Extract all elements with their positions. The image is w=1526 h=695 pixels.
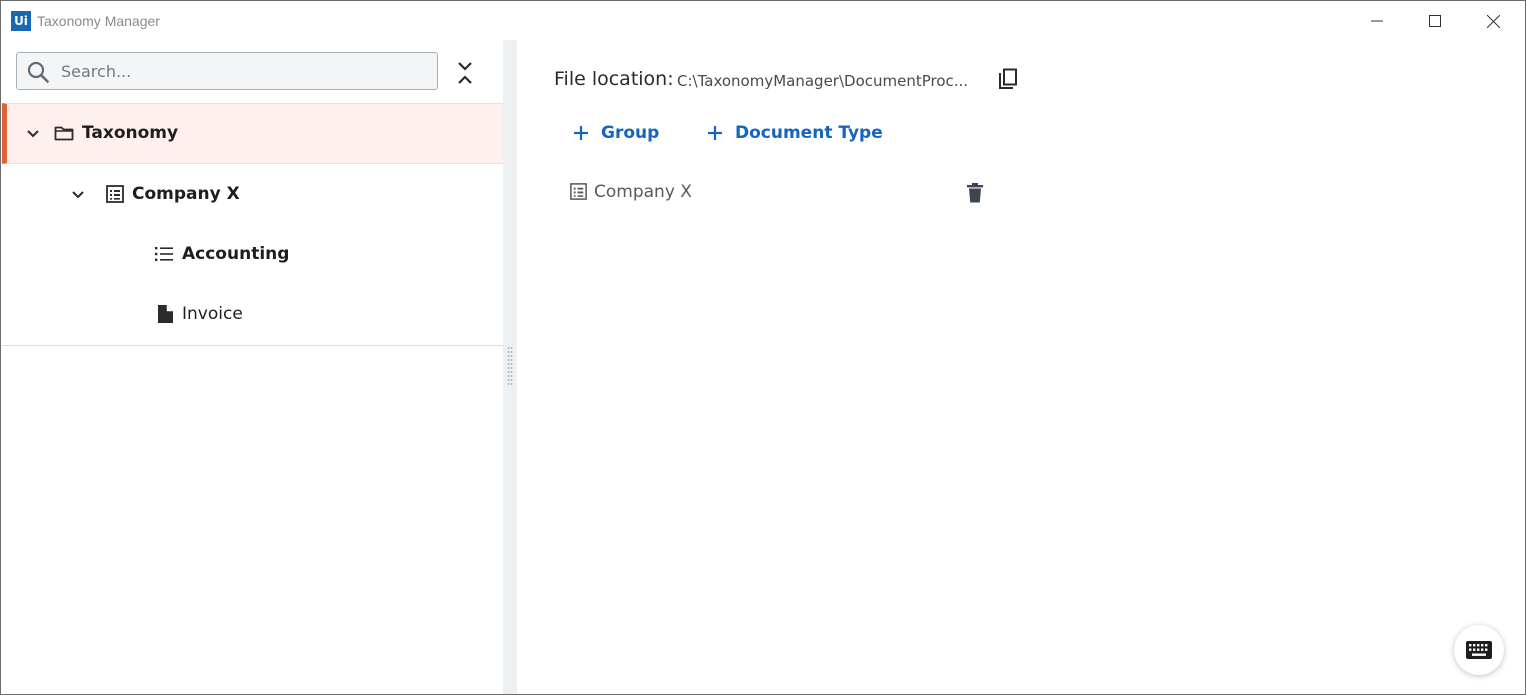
search-box [16, 52, 438, 90]
tree-node-accounting[interactable]: Accounting [2, 225, 503, 285]
list-icon [155, 247, 173, 261]
collapse-all-icon[interactable] [454, 60, 476, 86]
maximize-icon [1429, 15, 1441, 27]
taxonomy-manager-window: Ui Taxonomy Manager Search... Taxonomy C… [0, 0, 1526, 695]
folder-icon [54, 126, 74, 141]
plus-icon [574, 126, 588, 140]
add-document-type-button[interactable]: Document Type [707, 120, 883, 146]
group-icon [570, 183, 587, 200]
add-document-type-label: Document Type [735, 123, 883, 143]
tree-node-label: Company X [132, 184, 240, 204]
close-button[interactable] [1481, 9, 1505, 33]
file-location-label: File location: [554, 68, 674, 90]
copy-icon[interactable] [997, 68, 1019, 92]
minimize-button[interactable] [1365, 9, 1389, 33]
taxonomy-tree-panel: Taxonomy Company X [2, 40, 504, 694]
tree-node-label: Accounting [182, 244, 290, 264]
tree-divider [2, 345, 503, 346]
maximize-button[interactable] [1423, 9, 1447, 33]
app-logo: Ui [11, 11, 31, 31]
child-item-label: Company X [594, 182, 692, 202]
keyboard-shortcuts-button[interactable] [1454, 625, 1504, 675]
search-icon [27, 61, 49, 83]
close-icon [1486, 14, 1500, 28]
title-bar: Ui Taxonomy Manager [1, 1, 1525, 40]
chevron-down-icon[interactable] [70, 187, 86, 203]
panel-splitter[interactable] [503, 40, 517, 694]
document-icon [158, 305, 173, 323]
tree-node-label: Taxonomy [82, 123, 179, 143]
drag-handle-icon[interactable] [507, 346, 513, 386]
tree-node-invoice[interactable]: Invoice [2, 285, 503, 345]
chevron-down-icon[interactable] [25, 126, 41, 142]
keyboard-icon [1466, 641, 1492, 659]
child-item-company-x[interactable]: Company X [567, 180, 987, 206]
file-location-value: C:\TaxonomyManager\DocumentProc... [677, 72, 969, 90]
tree-node-taxonomy[interactable]: Taxonomy [2, 103, 503, 164]
delete-icon[interactable] [965, 182, 985, 204]
plus-icon [708, 126, 722, 140]
minimize-icon [1371, 20, 1383, 22]
add-group-label: Group [601, 123, 660, 143]
details-panel: File location: C:\TaxonomyManager\Docume… [517, 40, 1525, 694]
tree-node-company-x[interactable]: Company X [2, 165, 503, 225]
search-input[interactable] [61, 54, 421, 88]
window-title: Taxonomy Manager [37, 13, 160, 29]
tree-node-label: Invoice [182, 304, 243, 324]
add-group-button[interactable]: Group [573, 120, 659, 146]
group-icon [106, 185, 124, 203]
